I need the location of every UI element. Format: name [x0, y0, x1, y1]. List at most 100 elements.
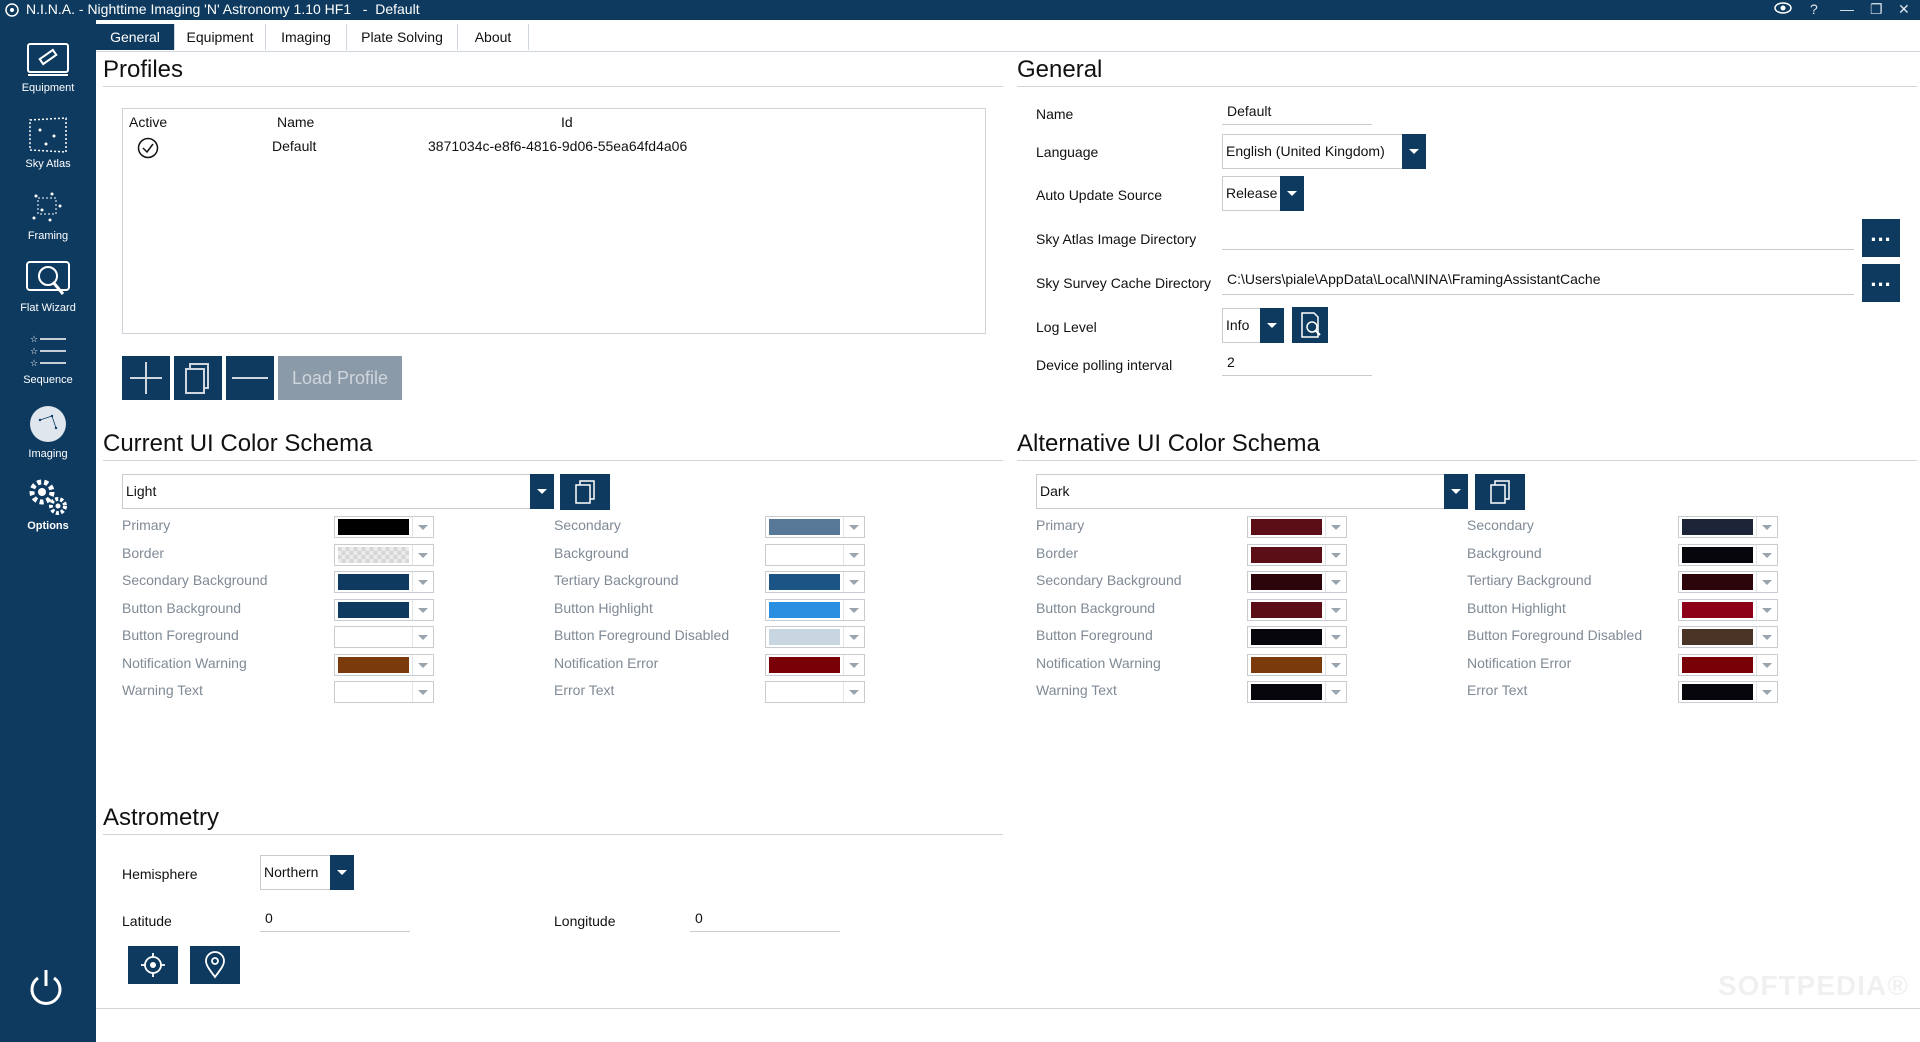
color-picker[interactable] [334, 516, 434, 538]
tab-equipment[interactable]: Equipment [175, 24, 266, 50]
chevron-down-icon[interactable] [1260, 308, 1284, 343]
browse-survey-cache-button[interactable]: ... [1862, 264, 1900, 302]
close-icon[interactable]: ✕ [1898, 1, 1910, 18]
color-picker[interactable] [334, 653, 434, 676]
chevron-down-icon[interactable] [1756, 517, 1777, 537]
color-picker[interactable] [334, 543, 434, 566]
chevron-down-icon[interactable] [412, 599, 433, 620]
color-picker[interactable] [765, 516, 865, 538]
column-name[interactable]: Name [277, 114, 314, 130]
color-picker[interactable] [1678, 653, 1778, 676]
chevron-down-icon[interactable] [1444, 474, 1468, 509]
chevron-down-icon[interactable] [1756, 654, 1777, 675]
log-level-select[interactable]: Info [1222, 308, 1284, 343]
power-icon[interactable] [28, 968, 64, 1013]
nav-options[interactable]: Options [0, 476, 96, 546]
color-picker[interactable] [1247, 543, 1347, 566]
color-picker[interactable] [1247, 516, 1347, 538]
color-picker[interactable] [1678, 598, 1778, 621]
chevron-down-icon[interactable] [843, 599, 864, 620]
color-picker[interactable] [1247, 681, 1347, 703]
tab-general[interactable]: General [96, 24, 175, 50]
tab-plate-solving[interactable]: Plate Solving [347, 24, 458, 50]
chevron-down-icon[interactable] [412, 627, 433, 647]
longitude-field[interactable]: 0 [690, 910, 840, 932]
copy-current-schema-button[interactable] [560, 474, 610, 510]
hemisphere-select[interactable]: Northern [260, 855, 354, 890]
chevron-down-icon[interactable] [1402, 134, 1426, 169]
color-picker[interactable] [1678, 516, 1778, 538]
maximize-icon[interactable]: ❐ [1870, 1, 1883, 18]
chevron-down-icon[interactable] [412, 654, 433, 675]
color-picker[interactable] [334, 571, 434, 593]
color-picker[interactable] [1247, 626, 1347, 648]
nav-imaging[interactable]: Imaging [0, 404, 96, 474]
chevron-down-icon[interactable] [843, 627, 864, 647]
chevron-down-icon[interactable] [1756, 599, 1777, 620]
chevron-down-icon[interactable] [1325, 544, 1346, 565]
tab-imaging[interactable]: Imaging [266, 24, 347, 50]
current-schema-select[interactable]: Light [122, 474, 554, 509]
night-mode-icon[interactable] [1774, 1, 1792, 18]
chevron-down-icon[interactable] [1756, 627, 1777, 647]
chevron-down-icon[interactable] [843, 517, 864, 537]
chevron-down-icon[interactable] [1325, 654, 1346, 675]
profiles-grid[interactable]: Active Name Id Default 3871034c-e8f6-481… [122, 108, 986, 334]
chevron-down-icon[interactable] [412, 572, 433, 592]
help-icon[interactable]: ? [1810, 1, 1818, 17]
tab-about[interactable]: About [458, 24, 529, 50]
chevron-down-icon[interactable] [843, 544, 864, 565]
color-picker[interactable] [1678, 626, 1778, 648]
name-field[interactable]: Default [1222, 103, 1372, 125]
chevron-down-icon[interactable] [1756, 572, 1777, 592]
color-picker[interactable] [765, 681, 865, 703]
copy-alt-schema-button[interactable] [1475, 474, 1525, 510]
sky-survey-cache-field[interactable]: C:\Users\piale\AppData\Local\NINA\Framin… [1222, 271, 1854, 295]
chevron-down-icon[interactable] [1756, 544, 1777, 565]
sky-atlas-dir-field[interactable] [1222, 226, 1854, 250]
color-picker[interactable] [1678, 571, 1778, 593]
gps-location-button[interactable] [128, 946, 178, 984]
color-picker[interactable] [1678, 543, 1778, 566]
minimize-icon[interactable]: — [1840, 1, 1854, 17]
remove-profile-button[interactable] [226, 356, 274, 400]
chevron-down-icon[interactable] [1325, 627, 1346, 647]
add-profile-button[interactable] [122, 356, 170, 400]
color-picker[interactable] [765, 626, 865, 648]
color-picker[interactable] [765, 653, 865, 676]
column-id[interactable]: Id [561, 114, 573, 130]
chevron-down-icon[interactable] [412, 682, 433, 702]
nav-equipment[interactable]: Equipment [0, 42, 96, 112]
chevron-down-icon[interactable] [843, 654, 864, 675]
color-picker[interactable] [1678, 681, 1778, 703]
copy-profile-button[interactable] [174, 356, 222, 400]
chevron-down-icon[interactable] [1325, 599, 1346, 620]
table-row[interactable]: Default 3871034c-e8f6-4816-9d06-55ea64fd… [123, 135, 983, 159]
color-picker[interactable] [1247, 653, 1347, 676]
map-location-button[interactable] [190, 946, 240, 984]
chevron-down-icon[interactable] [1756, 682, 1777, 702]
nav-flat-wizard[interactable]: Flat Wizard [0, 260, 96, 330]
color-picker[interactable] [334, 598, 434, 621]
chevron-down-icon[interactable] [530, 474, 554, 509]
polling-field[interactable]: 2 [1222, 354, 1372, 376]
nav-framing[interactable]: Framing [0, 188, 96, 258]
browse-sky-atlas-button[interactable]: ... [1862, 219, 1900, 257]
chevron-down-icon[interactable] [412, 544, 433, 565]
chevron-down-icon[interactable] [1325, 682, 1346, 702]
chevron-down-icon[interactable] [412, 517, 433, 537]
chevron-down-icon[interactable] [330, 855, 354, 890]
chevron-down-icon[interactable] [843, 572, 864, 592]
color-picker[interactable] [765, 543, 865, 566]
color-picker[interactable] [1247, 571, 1347, 593]
nav-sky-atlas[interactable]: Sky Atlas [0, 116, 96, 186]
alt-schema-select[interactable]: Dark [1036, 474, 1468, 509]
color-picker[interactable] [1247, 598, 1347, 621]
language-select[interactable]: English (United Kingdom) [1222, 134, 1426, 169]
color-picker[interactable] [765, 571, 865, 593]
color-picker[interactable] [765, 598, 865, 621]
open-log-button[interactable] [1292, 307, 1328, 343]
chevron-down-icon[interactable] [1325, 517, 1346, 537]
color-picker[interactable] [334, 681, 434, 703]
chevron-down-icon[interactable] [843, 682, 864, 702]
